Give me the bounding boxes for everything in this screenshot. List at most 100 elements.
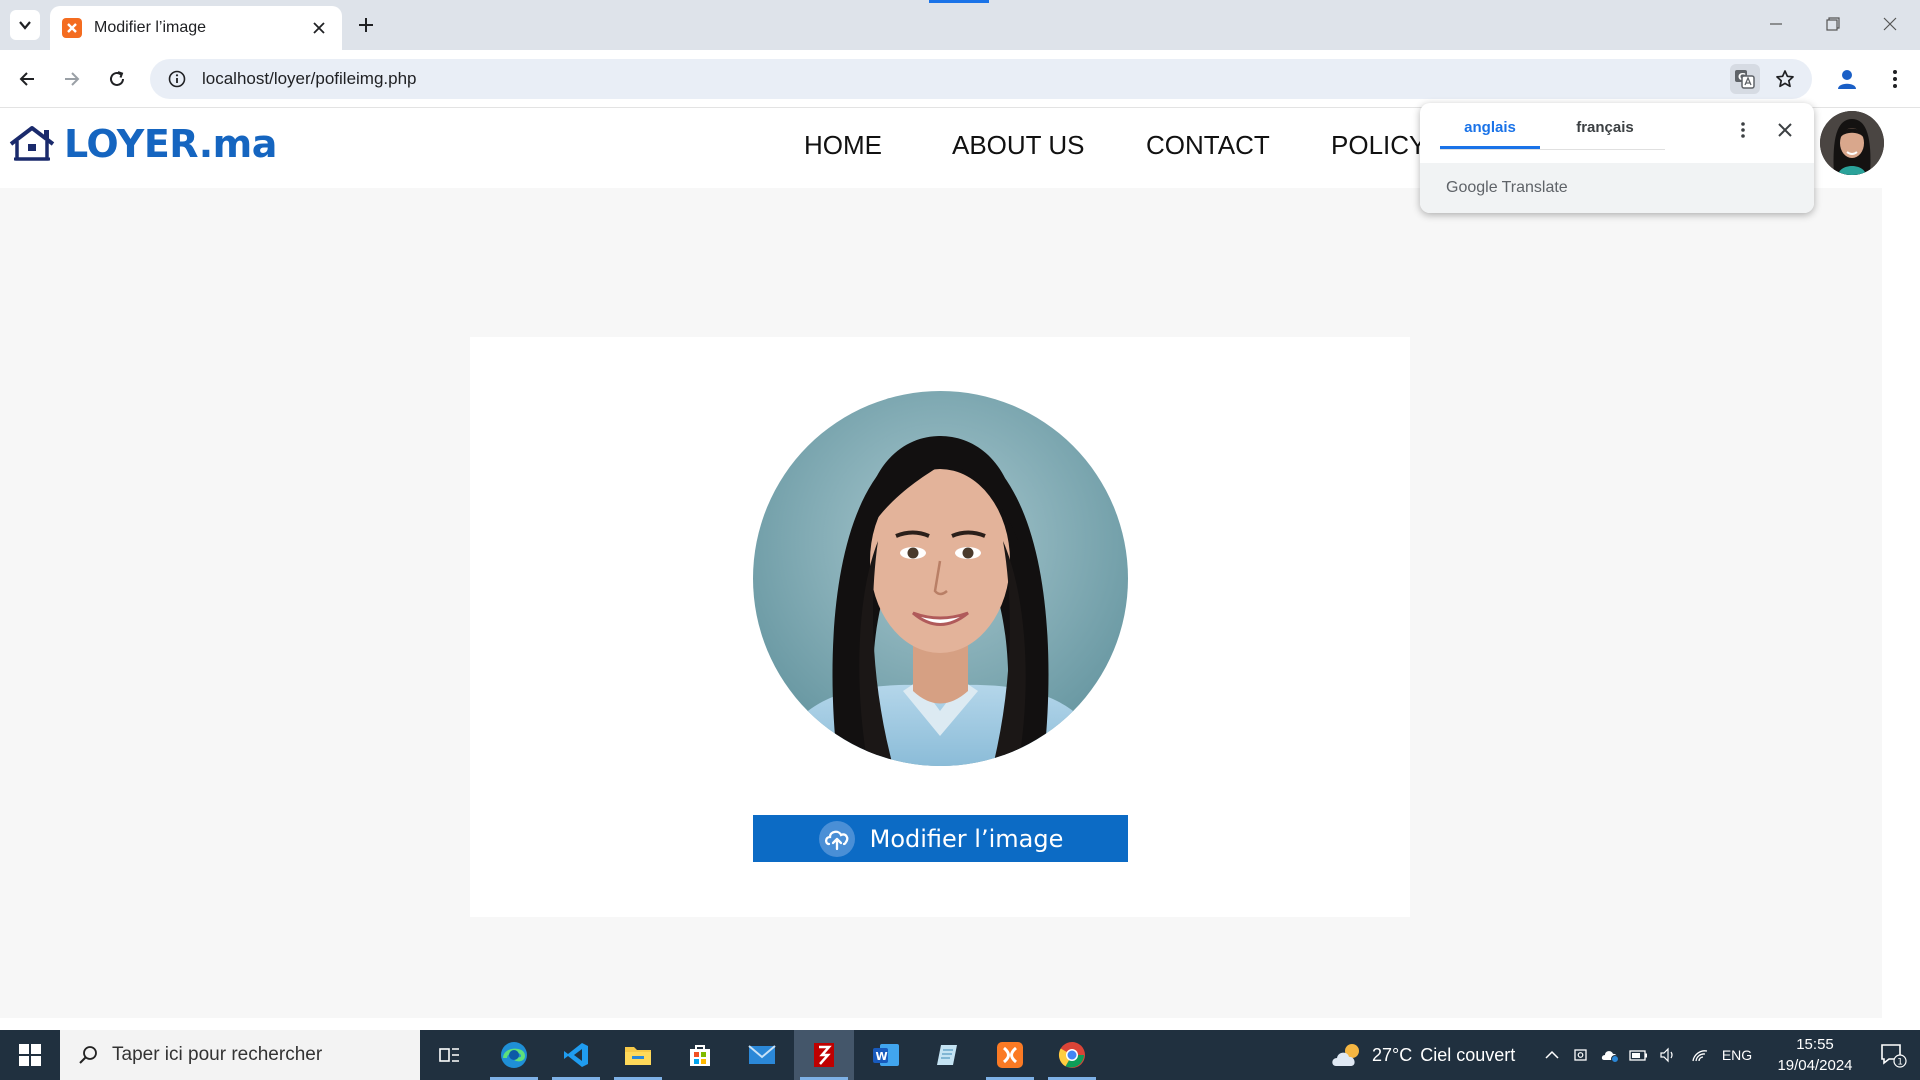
taskbar-vscode[interactable] [546,1030,606,1080]
forward-arrow-icon [65,72,80,86]
user-avatar[interactable] [1820,111,1884,175]
battery-icon [1629,1050,1647,1061]
camera-icon [1574,1049,1587,1061]
xampp-favicon-icon [62,18,82,38]
windows-logo-icon [19,1044,41,1066]
translate-tab-french[interactable]: français [1550,119,1660,149]
weather-temp: 27°C [1372,1044,1413,1065]
translate-tab-english[interactable]: anglais [1440,119,1540,149]
show-hidden-icons[interactable] [1538,1030,1566,1080]
forward-button[interactable] [56,63,88,95]
search-icon [79,1046,97,1064]
taskbar-microsoft-store[interactable] [670,1030,730,1080]
star-icon [1776,70,1794,88]
taskbar-clock[interactable]: 15:55 19/04/2024 [1760,1034,1870,1076]
taskbar-search[interactable]: Taper ici pour rechercher [60,1030,420,1080]
translate-icon: G [1735,70,1755,89]
tray-onedrive[interactable] [1596,1030,1624,1080]
profile-image [753,391,1128,766]
translate-footer: Google Translate [1420,163,1814,213]
address-bar[interactable]: localhost/loyer/pofileimg.php [150,59,1812,99]
close-icon [1883,17,1897,31]
nav-about-us[interactable]: ABOUT US [952,130,1084,161]
taskbar-xampp[interactable] [980,1030,1040,1080]
tray-network[interactable] [1686,1030,1714,1080]
page-viewport: LOYER.ma HOME ABOUT US CONTACT POLICY Mo… [0,108,1920,1030]
translate-popup: anglais français Google Translate [1420,103,1814,213]
taskbar-edge[interactable] [484,1030,544,1080]
svg-text:W: W [876,1050,888,1063]
bookmark-button[interactable] [1770,64,1800,94]
nav-policy[interactable]: POLICY [1331,130,1426,161]
browser-toolbar: localhost/loyer/pofileimg.php G [0,50,1920,108]
edge-icon [501,1042,527,1068]
clock-time: 15:55 [1796,1036,1834,1053]
weather-desc: Ciel couvert [1420,1044,1516,1065]
translate-tab-divider [1440,149,1665,150]
plus-icon [359,18,373,32]
tab-close-icon[interactable] [308,17,330,39]
tray-language[interactable]: ENG [1720,1030,1754,1080]
profile-card: Modifier l’image [470,337,1410,917]
avatar-photo [1820,111,1884,175]
browser-tab[interactable]: Modifier l’image [50,6,342,50]
cloud-upload-icon [818,820,855,857]
tray-meet-now[interactable] [1568,1030,1594,1080]
reload-icon [110,71,124,86]
chrome-icon [1058,1042,1085,1068]
browser-tabstrip: Modifier l’image [0,0,1920,50]
taskbar-word[interactable]: W [856,1030,916,1080]
word-icon: W [873,1044,899,1066]
weather-widget[interactable]: 27°C Ciel couvert [1330,1030,1515,1080]
back-arrow-icon [19,72,34,86]
taskbar-mail[interactable] [732,1030,792,1080]
google-brand-text: Google [1446,179,1498,196]
change-image-label: Modifier l’image [869,824,1064,853]
person-icon [1838,70,1856,89]
minimize-button[interactable] [1754,8,1798,40]
speaker-icon [1660,1047,1673,1063]
chevron-down-icon [19,21,31,30]
translate-options-button[interactable] [1730,117,1756,143]
reload-button[interactable] [101,63,133,95]
translate-page-button[interactable]: G [1730,64,1760,94]
start-button[interactable] [0,1030,60,1080]
folder-icon [625,1047,651,1065]
minimize-icon [1770,23,1782,25]
restore-icon [1826,17,1840,31]
nav-home[interactable]: HOME [804,130,882,161]
new-tab-button[interactable] [352,11,380,39]
kebab-menu-icon [1741,122,1745,138]
clock-date: 19/04/2024 [1777,1057,1853,1074]
scrollbar-track[interactable] [1882,188,1920,1030]
taskbar-notepad[interactable] [918,1030,978,1080]
tray-battery[interactable] [1626,1030,1652,1080]
kebab-menu-icon [1893,70,1897,88]
browser-menu-button[interactable] [1880,64,1910,94]
filezilla-icon [814,1043,834,1067]
taskbar-file-explorer[interactable] [608,1030,668,1080]
mail-icon [748,1045,776,1064]
change-image-button[interactable]: Modifier l’image [753,815,1128,862]
site-info-icon[interactable] [164,66,190,92]
back-button[interactable] [11,63,43,95]
translate-close-button[interactable] [1772,117,1798,143]
tray-volume[interactable] [1654,1030,1682,1080]
url-text[interactable]: localhost/loyer/pofileimg.php [202,69,417,89]
task-view-icon [439,1048,459,1062]
profile-button[interactable] [1832,64,1862,94]
tab-search-button[interactable] [10,10,40,40]
restore-button[interactable] [1811,8,1855,40]
wifi-icon [1692,1050,1708,1062]
notepad-icon [937,1045,957,1065]
nav-contact[interactable]: CONTACT [1146,130,1270,161]
close-window-button[interactable] [1868,8,1912,40]
task-view-button[interactable] [420,1030,480,1080]
vscode-icon [564,1043,588,1067]
taskbar-chrome[interactable] [1042,1030,1102,1080]
close-icon [1778,123,1792,137]
profile-photo [753,391,1128,766]
site-logo[interactable]: LOYER.ma [8,122,277,166]
notification-center-button[interactable]: 1 [1866,1030,1920,1080]
taskbar-filezilla[interactable] [794,1030,854,1080]
